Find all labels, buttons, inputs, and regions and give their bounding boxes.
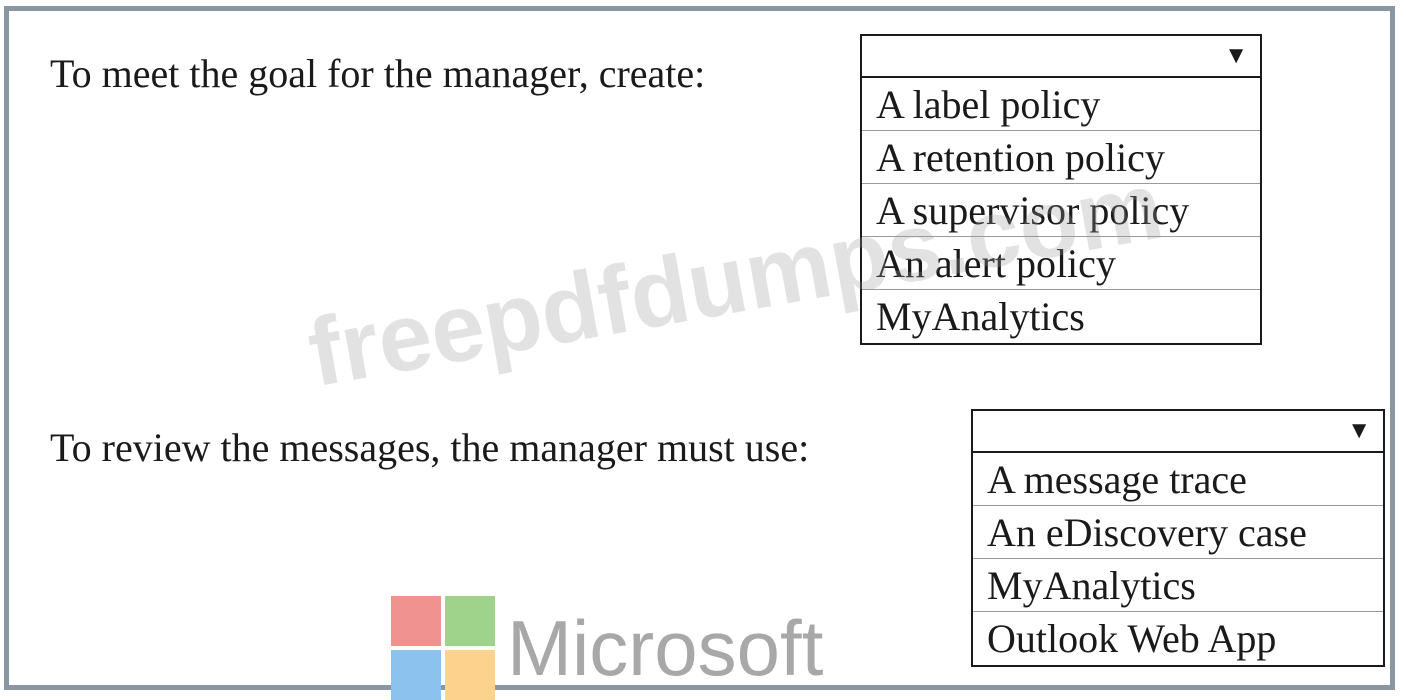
logo-red-square [391, 596, 441, 646]
logo-yellow-square [445, 650, 495, 700]
option-label-policy[interactable]: A label policy [862, 78, 1260, 131]
microsoft-logo-text: Microsoft [507, 604, 824, 692]
dropdown-arrow-icon[interactable]: ▼ [1224, 44, 1248, 68]
logo-blue-square [391, 650, 441, 700]
option-outlook-web-app[interactable]: Outlook Web App [973, 612, 1383, 665]
question-2-dropdown[interactable]: ▼ A message trace An eDiscovery case MyA… [971, 409, 1385, 667]
question-1-dropdown-header[interactable]: ▼ [860, 34, 1262, 78]
question-1-prompt: To meet the goal for the manager, create… [50, 51, 706, 96]
logo-green-square [445, 596, 495, 646]
option-myanalytics[interactable]: MyAnalytics [973, 559, 1383, 612]
option-retention-policy[interactable]: A retention policy [862, 131, 1260, 184]
option-supervisor-policy[interactable]: A supervisor policy [862, 184, 1260, 237]
option-alert-policy[interactable]: An alert policy [862, 237, 1260, 290]
option-message-trace[interactable]: A message trace [973, 453, 1383, 506]
question-1-dropdown[interactable]: ▼ A label policy A retention policy A su… [860, 34, 1262, 345]
microsoft-logo: Microsoft [391, 596, 823, 700]
question-2-prompt: To review the messages, the manager must… [50, 425, 810, 470]
dropdown-arrow-icon[interactable]: ▼ [1347, 419, 1371, 443]
question-2-dropdown-header[interactable]: ▼ [971, 409, 1385, 453]
option-ediscovery-case[interactable]: An eDiscovery case [973, 506, 1383, 559]
question-2-option-list: A message trace An eDiscovery case MyAna… [971, 453, 1385, 667]
microsoft-logo-icon [391, 596, 495, 700]
question-1-option-list: A label policy A retention policy A supe… [860, 78, 1262, 345]
option-myanalytics[interactable]: MyAnalytics [862, 290, 1260, 343]
